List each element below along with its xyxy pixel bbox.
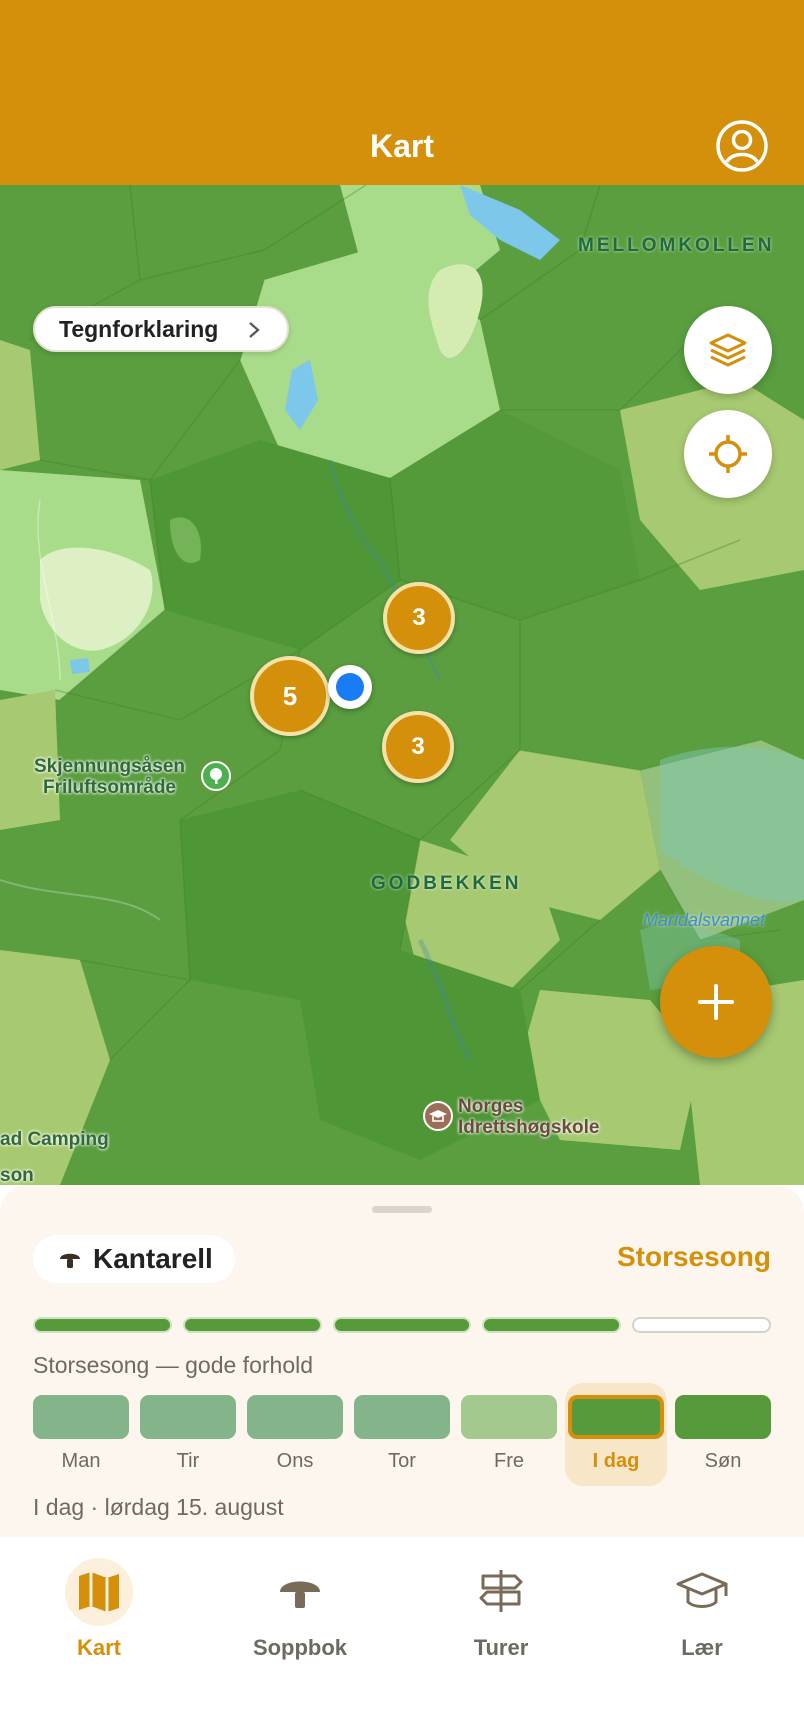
legend-button-label: Tegnforklaring — [59, 315, 219, 342]
crosshair-icon — [709, 435, 747, 473]
day-swatch — [461, 1395, 557, 1439]
season-description: Storsesong — gode forhold — [33, 1352, 314, 1378]
page-title: Kart — [369, 128, 434, 164]
season-strength-bars — [33, 1317, 771, 1333]
tab-label: Lær — [681, 1635, 723, 1660]
tree-icon[interactable] — [201, 761, 231, 791]
season-bar — [482, 1317, 622, 1333]
day-forecast[interactable]: Tor — [354, 1395, 450, 1483]
day-forecast-today[interactable]: I dag — [565, 1383, 667, 1486]
day-forecast[interactable]: Ons — [247, 1395, 343, 1483]
sheet-handle[interactable] — [372, 1206, 432, 1213]
forecast-days: Man Tir Ons Tor Fre I dag Søn — [33, 1383, 771, 1486]
day-label: Fre — [494, 1450, 524, 1472]
poi-label-partial: son — [0, 1165, 34, 1185]
profile-button[interactable] — [715, 119, 769, 173]
signpost-icon — [471, 1562, 531, 1622]
layers-button[interactable] — [684, 306, 772, 394]
species-name: Kantarell — [93, 1243, 213, 1274]
day-label: Søn — [704, 1450, 742, 1472]
map-label-godbekken: GODBEKKEN — [371, 873, 522, 894]
mushroom-icon — [60, 1253, 80, 1268]
tab-laer[interactable]: Lær — [622, 1562, 782, 1660]
locate-button[interactable] — [684, 410, 772, 498]
chevron-right-icon — [249, 322, 260, 338]
map-icon — [65, 1558, 133, 1626]
day-swatch — [675, 1395, 771, 1439]
add-button[interactable] — [660, 946, 772, 1058]
day-forecast[interactable]: Tir — [140, 1395, 236, 1483]
day-swatch — [33, 1395, 129, 1439]
day-forecast[interactable]: Man — [33, 1395, 129, 1483]
season-bar — [632, 1317, 771, 1333]
cluster-marker[interactable]: 5 — [250, 656, 330, 736]
species-selector[interactable]: Kantarell — [33, 1235, 235, 1283]
tab-kart[interactable]: Kart — [19, 1558, 179, 1660]
poi-label-norges-idrettshogskole: Norges Idrettshøgskole — [458, 1096, 600, 1138]
person-circle-icon — [716, 120, 768, 172]
day-swatch — [140, 1395, 236, 1439]
tab-label: Turer — [473, 1635, 529, 1660]
season-bar — [182, 1317, 322, 1333]
season-bar — [332, 1317, 472, 1333]
day-label: Tor — [388, 1450, 416, 1472]
species-sheet: Kantarell Storsesong Storsesong — gode f… — [0, 1185, 804, 1537]
poi-label-camping: ad Camping — [0, 1129, 109, 1150]
graduation-cap-icon — [672, 1562, 732, 1622]
day-forecast[interactable]: Søn — [675, 1395, 771, 1483]
legend-button[interactable]: Tegnforklaring — [33, 306, 289, 352]
cluster-marker[interactable]: 3 — [382, 711, 454, 783]
tab-turer[interactable]: Turer — [421, 1562, 581, 1660]
top-bar: Kart — [0, 0, 804, 185]
day-label: Ons — [276, 1450, 314, 1472]
poi-label-skjennungsasen: Skjennungsåsen Friluftsområde — [34, 756, 185, 798]
mushroom-icon — [270, 1562, 330, 1622]
map-label-maridalsvannet: Maridalsvannet — [643, 910, 766, 930]
school-icon[interactable] — [423, 1101, 453, 1131]
user-location-dot — [328, 665, 372, 709]
day-label: I dag — [592, 1450, 640, 1472]
map-label-mellomkollen: MELLOMKOLLEN — [578, 235, 775, 256]
tab-soppbok[interactable]: Soppbok — [220, 1562, 380, 1660]
tab-label: Kart — [76, 1635, 121, 1660]
day-label: Man — [61, 1450, 101, 1472]
day-forecast[interactable]: Fre — [461, 1395, 557, 1483]
day-swatch — [568, 1395, 664, 1439]
layers-icon — [709, 333, 747, 367]
plus-icon — [698, 984, 734, 1020]
date-line: I dag · lørdag 15. august — [33, 1494, 284, 1520]
tab-label: Soppbok — [252, 1635, 348, 1660]
cluster-marker[interactable]: 3 — [383, 582, 455, 654]
day-label: Tir — [176, 1450, 200, 1472]
season-bar — [33, 1317, 172, 1333]
day-swatch — [247, 1395, 343, 1439]
season-status: Storsesong — [616, 1241, 771, 1272]
day-swatch — [354, 1395, 450, 1439]
tab-bar: Kart Soppbok Turer Lær — [0, 1537, 804, 1732]
